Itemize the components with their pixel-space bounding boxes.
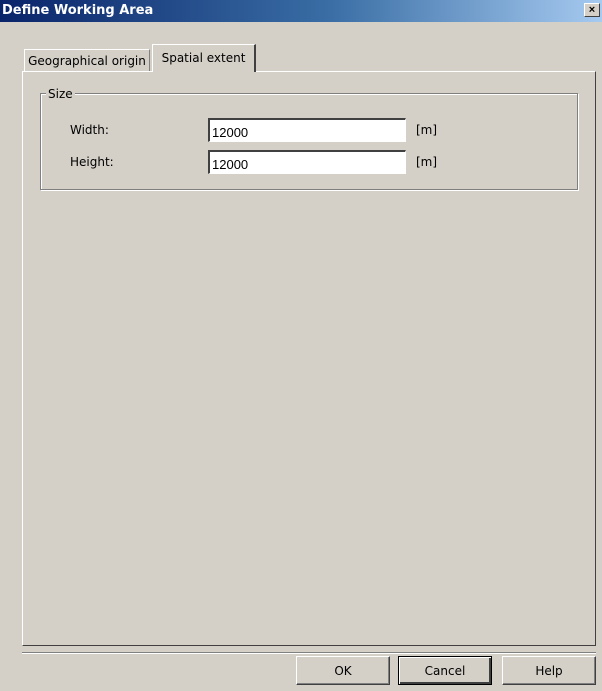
define-working-area-dialog: Define Working Area × Geographical origi… <box>0 0 602 691</box>
size-group-label: Size <box>46 87 75 101</box>
help-button-label: Help <box>535 663 563 678</box>
tab-geographical-origin[interactable]: Geographical origin <box>24 49 150 71</box>
height-input[interactable] <box>208 150 406 174</box>
width-unit-label: [m] <box>416 123 438 137</box>
ok-button-label: OK <box>334 663 352 678</box>
width-label: Width: <box>70 123 109 137</box>
ok-button[interactable]: OK <box>296 656 390 685</box>
close-icon: × <box>588 3 596 16</box>
tab-label: Spatial extent <box>161 51 246 65</box>
bottom-divider <box>22 652 596 654</box>
help-button[interactable]: Help <box>502 656 596 685</box>
width-input[interactable] <box>208 118 406 142</box>
cancel-button-label: Cancel <box>424 663 466 678</box>
close-button[interactable]: × <box>584 3 600 17</box>
title-bar[interactable]: Define Working Area × <box>0 0 602 22</box>
tab-label: Geographical origin <box>28 54 146 68</box>
tab-spatial-extent[interactable]: Spatial extent <box>152 44 256 72</box>
height-unit-label: [m] <box>416 155 438 169</box>
cancel-button[interactable]: Cancel <box>398 656 492 685</box>
height-label: Height: <box>70 155 114 169</box>
dialog-title: Define Working Area <box>2 3 154 18</box>
